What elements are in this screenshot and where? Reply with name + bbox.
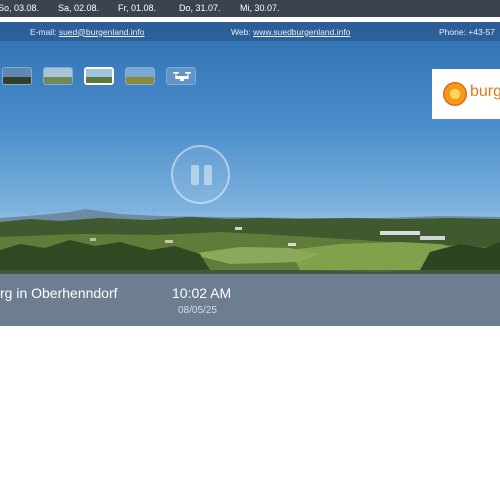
web-label: Web:	[231, 26, 251, 37]
date-link-0[interactable]: So, 03.08.	[0, 3, 39, 13]
camera-date: 08/05/25	[178, 305, 217, 316]
logo-text: burg	[470, 83, 500, 100]
thumbnail-3-active[interactable]	[84, 67, 114, 85]
camera-name: rg in Oberhenndorf	[0, 285, 118, 301]
drone-icon	[173, 72, 191, 81]
sun-logo-icon	[443, 82, 467, 106]
date-link-3[interactable]: Do, 31.07.	[179, 3, 221, 13]
drone-thumbnail[interactable]	[166, 67, 196, 85]
camera-time: 10:02 AM	[172, 285, 232, 301]
webcam-viewer[interactable]: E-mail: sued@burgenland.info Web: www.su…	[0, 22, 500, 326]
camera-info-bar: rg in Oberhenndorf 10:02 AM 08/05/25	[0, 270, 500, 326]
thumbnail-1[interactable]	[2, 67, 32, 85]
thumbnail-4[interactable]	[125, 67, 155, 85]
brand-logo[interactable]: burg	[432, 69, 500, 119]
pause-icon	[191, 165, 199, 185]
date-navigation-bar: So, 03.08. Sa, 02.08. Fr, 01.08. Do, 31.…	[0, 0, 500, 17]
date-link-2[interactable]: Fr, 01.08.	[118, 3, 156, 13]
date-link-1[interactable]: Sa, 02.08.	[58, 3, 99, 13]
date-link-4[interactable]: Mi, 30.07.	[240, 3, 280, 13]
thumbnail-2[interactable]	[43, 67, 73, 85]
contact-bar: E-mail: sued@burgenland.info Web: www.su…	[0, 22, 500, 41]
pause-button[interactable]	[171, 145, 230, 204]
email-link[interactable]: sued@burgenland.info	[59, 27, 145, 37]
web-link[interactable]: www.suedburgenland.info	[253, 27, 350, 37]
phone-text: Phone: +43-57	[439, 26, 496, 37]
email-label: E-mail:	[30, 26, 57, 37]
